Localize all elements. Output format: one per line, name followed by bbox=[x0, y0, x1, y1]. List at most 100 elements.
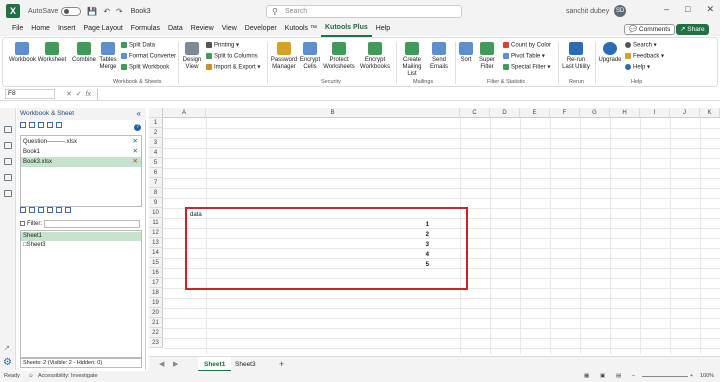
column-header[interactable]: B bbox=[206, 108, 460, 118]
workbook-nav-icon[interactable] bbox=[4, 126, 12, 133]
protect-worksheets-button[interactable]: Protect Worksheets bbox=[321, 42, 357, 71]
split-data-button[interactable]: Split Data bbox=[121, 42, 155, 50]
filter-workbooks-icon[interactable] bbox=[38, 122, 44, 129]
sort-button[interactable]: Sort bbox=[458, 42, 474, 64]
zoom-in-icon[interactable]: + bbox=[690, 371, 693, 382]
help-icon[interactable]: ? bbox=[134, 124, 141, 131]
fx-icon[interactable]: fx bbox=[86, 91, 91, 98]
close-workbook-icon[interactable]: ✕ bbox=[133, 137, 138, 147]
page-layout-icon[interactable]: ▣ bbox=[600, 371, 605, 382]
zoom-slider[interactable] bbox=[642, 376, 688, 377]
tab-data[interactable]: Data bbox=[164, 22, 187, 36]
page-break-icon[interactable]: ▤ bbox=[616, 371, 621, 382]
super-filter-button[interactable]: Super Filter bbox=[477, 42, 497, 71]
tab-kutools-plus[interactable]: Kutools Plus bbox=[321, 21, 372, 37]
column-header[interactable]: K bbox=[700, 108, 720, 118]
row-header[interactable]: 17 bbox=[149, 278, 163, 288]
undo-icon[interactable]: ↶ bbox=[103, 7, 110, 16]
name-box[interactable]: F8 bbox=[5, 89, 55, 99]
row-header[interactable]: 1 bbox=[149, 118, 163, 128]
row-header[interactable]: 14 bbox=[149, 248, 163, 258]
zoom-level[interactable]: 100% bbox=[700, 371, 714, 382]
minimize-icon[interactable]: – bbox=[664, 4, 669, 15]
row-header[interactable]: 20 bbox=[149, 308, 163, 318]
send-emails-button[interactable]: Send Emails bbox=[427, 42, 451, 71]
kutools-help-button[interactable]: Help ▾ bbox=[625, 64, 650, 72]
accessibility-status[interactable]: Accessibility: Investigate bbox=[38, 371, 98, 382]
pivot-table-button[interactable]: Pivot Table ▾ bbox=[503, 53, 545, 61]
encrypt-workbooks-button[interactable]: Encrypt Workbooks bbox=[357, 42, 393, 71]
row-header[interactable]: 21 bbox=[149, 318, 163, 328]
avatar[interactable]: SD bbox=[614, 5, 626, 17]
zoom-out-icon[interactable]: – bbox=[632, 371, 635, 382]
list-item[interactable]: Book1 ✕ bbox=[21, 147, 141, 157]
create-mailing-list-button[interactable]: Create Mailing List bbox=[399, 42, 425, 78]
split-workbook-button[interactable]: Split Workbook bbox=[121, 64, 169, 72]
row-header[interactable]: 7 bbox=[149, 178, 163, 188]
row-header[interactable]: 4 bbox=[149, 148, 163, 158]
count-by-color-button[interactable]: Count by Color bbox=[503, 42, 551, 50]
prev-sheet-icon[interactable]: ◀ bbox=[159, 357, 164, 372]
tab-view[interactable]: View bbox=[218, 22, 241, 36]
list-view-icon[interactable] bbox=[20, 122, 26, 129]
add-sheet-button[interactable]: + bbox=[279, 357, 284, 371]
column-header[interactable]: D bbox=[490, 108, 520, 118]
document-name[interactable]: Book3 bbox=[131, 8, 151, 15]
list-item[interactable]: Book3.xlsx ✕ bbox=[21, 157, 141, 167]
row-header[interactable]: 16 bbox=[149, 268, 163, 278]
comments-button[interactable]: 💬 Comments bbox=[624, 24, 676, 35]
list-item[interactable]: Sheet1 bbox=[21, 232, 141, 241]
tab-file[interactable]: File bbox=[8, 22, 27, 36]
format-converter-button[interactable]: Format Converter bbox=[121, 53, 176, 61]
row-header[interactable]: 19 bbox=[149, 298, 163, 308]
refresh-sheets-icon[interactable] bbox=[65, 207, 71, 214]
tab-help[interactable]: Help bbox=[372, 22, 394, 36]
search-box[interactable]: ⚲ Search bbox=[266, 5, 462, 18]
save-icon[interactable]: 💾 bbox=[87, 7, 97, 16]
cancel-icon[interactable]: ✕ bbox=[66, 91, 72, 98]
autosave-toggle[interactable] bbox=[61, 6, 82, 16]
upgrade-button[interactable]: Upgrade bbox=[597, 42, 623, 64]
column-header[interactable]: C bbox=[460, 108, 490, 118]
workbook-button[interactable]: Workbook bbox=[9, 42, 36, 64]
row-header[interactable]: 15 bbox=[149, 258, 163, 268]
row-header[interactable]: 23 bbox=[149, 338, 163, 348]
column-header[interactable]: A bbox=[163, 108, 206, 118]
tab-developer[interactable]: Developer bbox=[241, 22, 281, 36]
tab-page-layout[interactable]: Page Layout bbox=[79, 22, 126, 36]
collapse-pane-icon[interactable]: « bbox=[137, 108, 141, 120]
normal-view-icon[interactable]: ▦ bbox=[584, 371, 589, 382]
move-icon[interactable] bbox=[47, 122, 53, 129]
find-replace-icon[interactable] bbox=[4, 190, 12, 197]
design-view-button[interactable]: Design View bbox=[181, 42, 203, 71]
kutools-search-button[interactable]: Search ▾ bbox=[625, 42, 657, 50]
list-item[interactable]: □Sheet3 bbox=[21, 241, 141, 250]
expand-icon[interactable]: ↗ bbox=[4, 344, 10, 352]
feedback-button[interactable]: Feedback ▾ bbox=[625, 53, 664, 61]
row-header[interactable]: 3 bbox=[149, 138, 163, 148]
name-manager-icon[interactable] bbox=[4, 158, 12, 165]
autotext-icon[interactable] bbox=[4, 142, 12, 149]
next-sheet-icon[interactable]: ▶ bbox=[173, 357, 178, 372]
column-header[interactable]: J bbox=[670, 108, 700, 118]
tab-home[interactable]: Home bbox=[27, 22, 54, 36]
delete-sheet-icon[interactable] bbox=[56, 207, 62, 214]
list-view-icon[interactable] bbox=[20, 207, 26, 214]
row-header[interactable]: 2 bbox=[149, 128, 163, 138]
filter-input[interactable] bbox=[44, 220, 140, 228]
column-header[interactable]: G bbox=[580, 108, 610, 118]
import-export-button[interactable]: Import & Export ▾ bbox=[206, 64, 260, 72]
tab-kutools[interactable]: Kutools ™ bbox=[281, 22, 321, 36]
close-workbook-icon[interactable]: ✕ bbox=[133, 157, 138, 167]
column-header[interactable]: H bbox=[610, 108, 640, 118]
combine-button[interactable]: Combine bbox=[71, 42, 97, 64]
rerun-button[interactable]: Re-run Last Utility bbox=[561, 42, 591, 71]
close-icon[interactable]: ✕ bbox=[706, 4, 714, 15]
worksheet-button[interactable]: Worksheet bbox=[37, 42, 67, 64]
printing-button[interactable]: Printing ▾ bbox=[206, 42, 239, 50]
column-header[interactable]: I bbox=[640, 108, 670, 118]
list-item[interactable]: Question---------.xlsx ✕ bbox=[21, 137, 141, 147]
row-header[interactable]: 12 bbox=[149, 228, 163, 238]
gear-icon[interactable]: ⚙ bbox=[3, 357, 12, 368]
sort-workbooks-icon[interactable] bbox=[29, 122, 35, 129]
